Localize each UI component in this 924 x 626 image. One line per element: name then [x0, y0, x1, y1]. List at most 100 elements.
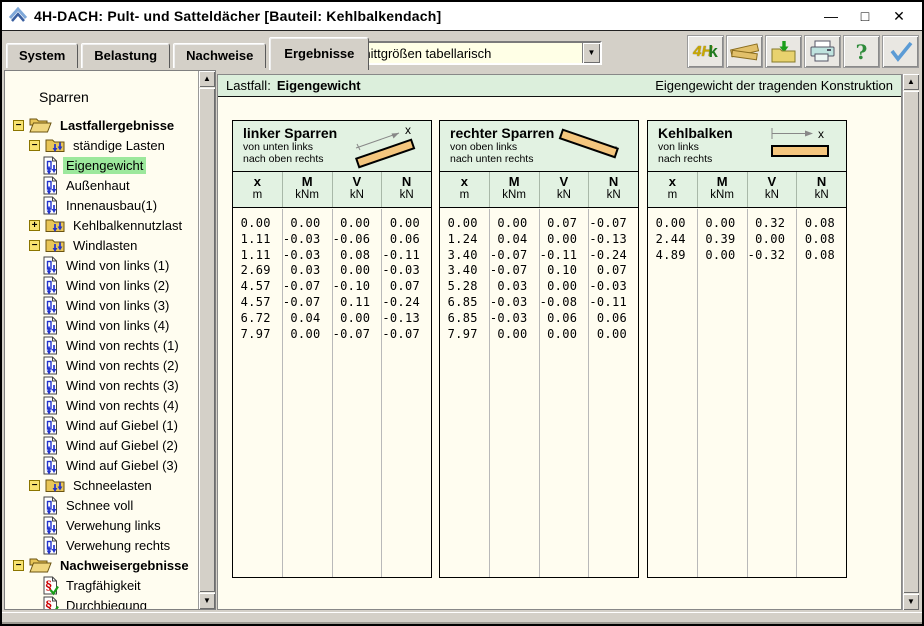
- cell: -0.07: [333, 327, 382, 343]
- results-table-linker-sparren: linker Sparren von unten links nach oben…: [232, 120, 432, 578]
- expand-icon[interactable]: +: [29, 220, 40, 231]
- tree-item-label: Windlasten: [70, 237, 140, 254]
- scroll-down-icon[interactable]: ▼: [199, 593, 215, 609]
- tab-belastung[interactable]: Belastung: [81, 43, 170, 68]
- tree-item-label: ständige Lasten: [70, 137, 168, 154]
- column-header-V: VkN: [747, 172, 797, 207]
- tree-item-label: Wind von links (1): [63, 257, 172, 274]
- cell: -0.08: [540, 295, 589, 311]
- cell: 0.00: [490, 216, 539, 232]
- column-header-row: xm MkNm VkN NkN: [440, 172, 638, 208]
- tree-item-durchbiegung[interactable]: § Durchbiegung: [5, 595, 198, 609]
- loadcase-icon: [43, 356, 58, 375]
- tree-item-wind-von-links-1-[interactable]: Wind von links (1): [5, 255, 198, 275]
- tree-item-label: Wind von links (2): [63, 277, 172, 294]
- svg-text:x: x: [405, 123, 411, 137]
- tree-item-wind-von-links-4-[interactable]: Wind von links (4): [5, 315, 198, 335]
- save-folder-button[interactable]: [765, 35, 802, 68]
- cell: 0.00: [382, 216, 431, 232]
- tree-item-kehlbalkennutzlast[interactable]: + Kehlbalkennutzlast: [5, 215, 198, 235]
- cell: -0.07: [283, 279, 332, 295]
- 4hk-logo-button[interactable]: 4Hk: [687, 35, 724, 68]
- loadcase-icon: [43, 536, 58, 555]
- tree-item-label: Wind auf Giebel (2): [63, 437, 181, 454]
- tree-item-wind-von-links-2-[interactable]: Wind von links (2): [5, 275, 198, 295]
- cell: 0.03: [490, 279, 539, 295]
- cell: -0.10: [333, 279, 382, 295]
- tree-item-verwehung-links[interactable]: Verwehung links: [5, 515, 198, 535]
- tree-item-windlasten[interactable]: − Windlasten: [5, 235, 198, 255]
- minimize-button[interactable]: —: [814, 3, 848, 29]
- tree-item-verwehung-rechts[interactable]: Verwehung rechts: [5, 535, 198, 555]
- title-bar: 4H-DACH: Pult- und Satteldächer [Bauteil…: [2, 2, 922, 31]
- loadcase-icon: [43, 196, 58, 215]
- tree-item-nachweisergebnisse[interactable]: − Nachweisergebnisse: [5, 555, 198, 575]
- scrollbar-thumb[interactable]: [199, 88, 215, 592]
- print-button[interactable]: [804, 35, 841, 68]
- tree-item-wind-auf-giebel-3-[interactable]: Wind auf Giebel (3): [5, 455, 198, 475]
- tree-item-schneelasten[interactable]: − Schneelasten: [5, 475, 198, 495]
- cell: -0.13: [382, 311, 431, 327]
- cell: -0.11: [382, 248, 431, 264]
- tree-item-ständige-lasten[interactable]: − ständige Lasten: [5, 135, 198, 155]
- loadcase-icon: [43, 416, 58, 435]
- tree-item-tragfähigkeit[interactable]: § Tragfähigkeit: [5, 575, 198, 595]
- tree-item-schnee-voll[interactable]: Schnee voll: [5, 495, 198, 515]
- tree-item-wind-von-rechts-1-[interactable]: Wind von rechts (1): [5, 335, 198, 355]
- content-scrollbar[interactable]: ▲ ▼: [902, 74, 919, 610]
- tree-item-wind-von-links-3-[interactable]: Wind von links (3): [5, 295, 198, 315]
- maximize-button[interactable]: □: [848, 3, 882, 29]
- tab-system[interactable]: System: [6, 43, 78, 68]
- tree-item-lastfallergebnisse[interactable]: − Lastfallergebnisse: [5, 115, 198, 135]
- collapse-icon[interactable]: −: [29, 480, 40, 491]
- cell: -0.07: [589, 216, 638, 232]
- tree-item-wind-von-rechts-2-[interactable]: Wind von rechts (2): [5, 355, 198, 375]
- close-button[interactable]: ✕: [882, 3, 916, 29]
- toolbar: 4Hk: [685, 35, 919, 68]
- tab-ergebnisse[interactable]: Ergebnisse: [269, 37, 369, 70]
- tree-item-eigengewicht[interactable]: Eigengewicht: [5, 155, 198, 175]
- column-header-V: VkN: [332, 172, 382, 207]
- timber-beams-button[interactable]: [726, 35, 763, 68]
- cell: 0.08: [797, 216, 846, 232]
- data-column-x: 0.002.444.89: [648, 209, 697, 577]
- help-button[interactable]: ?: [843, 35, 880, 68]
- cell: 4.89: [648, 248, 697, 264]
- tree-item-wind-auf-giebel-1-[interactable]: Wind auf Giebel (1): [5, 415, 198, 435]
- cell: 0.00: [490, 327, 539, 343]
- tab-nachweise[interactable]: Nachweise: [173, 43, 266, 68]
- collapse-icon[interactable]: −: [13, 560, 24, 571]
- scrollbar-thumb[interactable]: [903, 91, 919, 593]
- tree-item-außenhaut[interactable]: Außenhaut: [5, 175, 198, 195]
- tree-item-wind-auf-giebel-2-[interactable]: Wind auf Giebel (2): [5, 435, 198, 455]
- app-window: 4H-DACH: Pult- und Satteldächer [Bauteil…: [0, 0, 924, 626]
- cell: 0.06: [382, 232, 431, 248]
- scroll-down-icon[interactable]: ▼: [903, 594, 919, 610]
- collapse-icon[interactable]: −: [13, 120, 24, 131]
- scroll-up-icon[interactable]: ▲: [903, 74, 919, 90]
- results-table-rechter-sparren: rechter Sparren von oben links nach unte…: [439, 120, 639, 578]
- view-selector[interactable]: Schnittgrößen tabellarisch ▼: [334, 41, 602, 65]
- cell: 0.00: [333, 311, 382, 327]
- confirm-button[interactable]: [882, 35, 919, 68]
- tree-item-innenausbau-1-[interactable]: Innenausbau(1): [5, 195, 198, 215]
- cell: -0.11: [589, 295, 638, 311]
- dropdown-arrow-icon[interactable]: ▼: [582, 43, 600, 63]
- cell: 6.85: [440, 295, 489, 311]
- column-header-M: MkNm: [489, 172, 539, 207]
- collapse-icon[interactable]: −: [29, 140, 40, 151]
- cell: -0.07: [490, 248, 539, 264]
- svg-text:§: §: [46, 598, 52, 609]
- scroll-up-icon[interactable]: ▲: [199, 71, 215, 87]
- cell: 0.00: [698, 216, 747, 232]
- tree-item-wind-von-rechts-4-[interactable]: Wind von rechts (4): [5, 395, 198, 415]
- proof-paragraph-icon: §: [43, 596, 58, 610]
- collapse-icon[interactable]: −: [29, 240, 40, 251]
- column-header-N: NkN: [588, 172, 638, 207]
- sidebar-scrollbar[interactable]: ▲ ▼: [198, 71, 215, 609]
- cell: 0.06: [589, 311, 638, 327]
- window-title: 4H-DACH: Pult- und Satteldächer [Bauteil…: [34, 8, 441, 24]
- tree-item-wind-von-rechts-3-[interactable]: Wind von rechts (3): [5, 375, 198, 395]
- tree-item-label: Wind von rechts (1): [63, 337, 182, 354]
- loadcase-value: Eigengewicht: [277, 78, 361, 93]
